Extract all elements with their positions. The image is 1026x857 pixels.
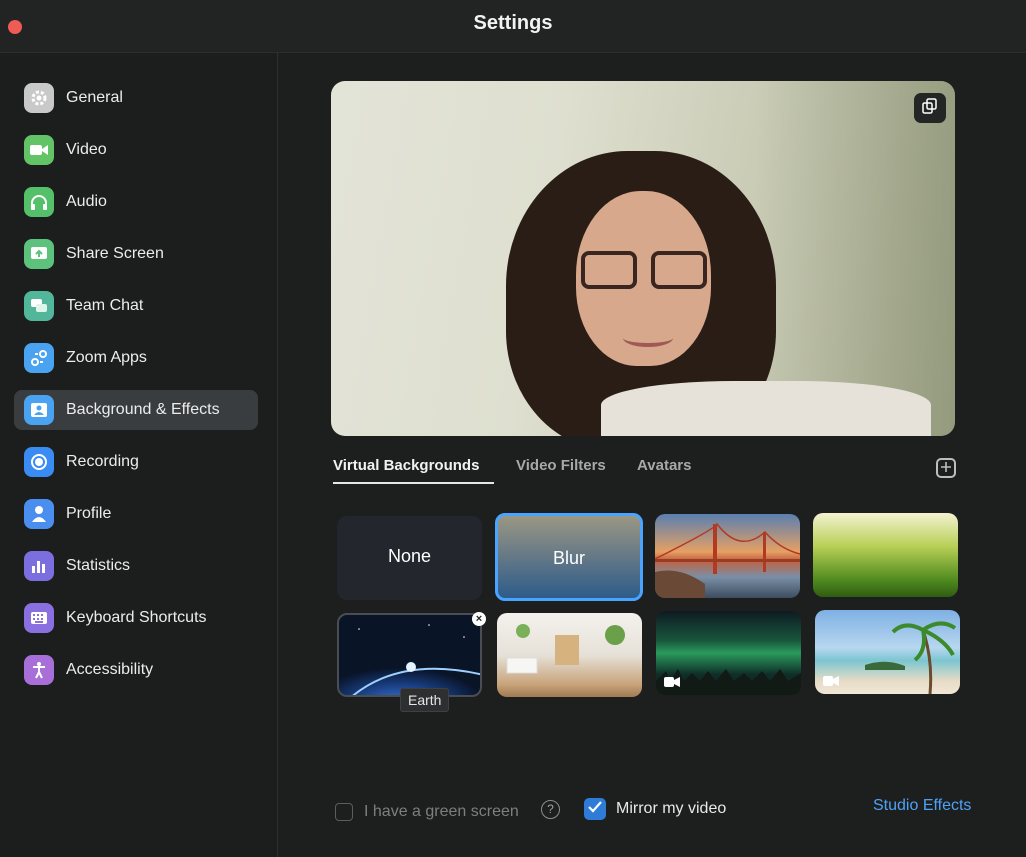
sidebar: General Video Audio Share Screen Team Ch xyxy=(0,53,278,857)
green-screen-label: I have a green screen xyxy=(364,803,519,820)
help-icon[interactable]: ? xyxy=(541,800,560,819)
background-tabs: Virtual Backgrounds Video Filters Avatar… xyxy=(333,455,973,487)
video-camera-icon xyxy=(24,135,54,165)
tile-label: None xyxy=(387,546,432,566)
sidebar-item-recording[interactable]: Recording xyxy=(14,442,258,482)
headphones-icon xyxy=(24,187,54,217)
tab-avatars[interactable]: Avatars xyxy=(637,457,691,474)
bridge-illustration xyxy=(655,522,800,598)
sidebar-item-label: Statistics xyxy=(66,557,131,574)
background-tile-aurora[interactable] xyxy=(656,611,801,695)
sidebar-item-label: Team Chat xyxy=(66,297,144,314)
add-background-button[interactable] xyxy=(936,458,956,478)
remove-background-button[interactable]: × xyxy=(472,612,486,626)
rotate-icon xyxy=(922,97,938,119)
tile-label: Blur xyxy=(552,548,585,568)
green-screen-checkbox[interactable] xyxy=(335,803,353,821)
sidebar-item-label: Audio xyxy=(66,193,107,210)
sidebar-item-general[interactable]: General xyxy=(14,78,258,118)
portrait-icon xyxy=(24,395,54,425)
tile-tooltip: Earth xyxy=(400,688,450,712)
sidebar-item-share-screen[interactable]: Share Screen xyxy=(14,234,258,274)
bar-chart-icon xyxy=(24,551,54,581)
background-tile-golden-gate[interactable] xyxy=(655,514,800,598)
window-title: Settings xyxy=(473,12,553,34)
sidebar-item-profile[interactable]: Profile xyxy=(14,494,258,534)
video-camera-icon xyxy=(664,675,680,687)
background-tile-blur[interactable]: Blur xyxy=(495,513,643,601)
settings-window: Settings General Video Audio Share Scree… xyxy=(0,0,1026,857)
sidebar-item-label: General xyxy=(66,89,123,106)
sidebar-item-team-chat[interactable]: Team Chat xyxy=(14,286,258,326)
mirror-video-checkbox[interactable] xyxy=(584,798,606,820)
record-icon xyxy=(24,447,54,477)
checkmark-icon xyxy=(588,800,602,818)
sidebar-item-label: Video xyxy=(66,141,107,158)
sidebar-item-zoom-apps[interactable]: Zoom Apps xyxy=(14,338,258,378)
video-camera-icon xyxy=(823,674,839,686)
main-panel: Virtual Backgrounds Video Filters Avatar… xyxy=(278,53,1026,857)
sidebar-item-label: Recording xyxy=(66,453,139,470)
background-tile-living-room[interactable] xyxy=(497,613,642,697)
background-tile-earth[interactable] xyxy=(337,613,482,697)
plus-icon xyxy=(941,459,951,477)
background-tile-beach[interactable] xyxy=(815,610,960,694)
sidebar-item-label: Share Screen xyxy=(66,245,164,262)
gear-icon xyxy=(24,83,54,113)
sidebar-item-background-effects[interactable]: Background & Effects xyxy=(14,390,258,430)
sidebar-item-video[interactable]: Video xyxy=(14,130,258,170)
apps-icon xyxy=(24,343,54,373)
chat-bubbles-icon xyxy=(24,291,54,321)
studio-effects-link[interactable]: Studio Effects xyxy=(873,797,971,815)
keyboard-icon xyxy=(24,603,54,633)
share-screen-icon xyxy=(24,239,54,269)
person-glasses xyxy=(581,251,711,291)
sidebar-item-label: Profile xyxy=(66,505,112,522)
active-tab-underline xyxy=(333,482,494,484)
sidebar-item-label: Keyboard Shortcuts xyxy=(66,609,207,626)
person-smile xyxy=(623,329,673,347)
sidebar-item-label: Background & Effects xyxy=(66,401,220,418)
background-tile-grass[interactable] xyxy=(813,513,958,597)
person-shirt xyxy=(601,381,931,436)
sidebar-item-statistics[interactable]: Statistics xyxy=(14,546,258,586)
mirror-video-label: Mirror my video xyxy=(616,800,727,817)
tab-virtual-backgrounds[interactable]: Virtual Backgrounds xyxy=(333,457,479,474)
sidebar-item-label: Zoom Apps xyxy=(66,349,147,366)
room-illustration xyxy=(506,624,625,674)
sidebar-item-accessibility[interactable]: Accessibility xyxy=(14,650,258,690)
person-icon xyxy=(24,499,54,529)
rotate-camera-button[interactable] xyxy=(914,93,946,123)
video-preview xyxy=(331,81,955,436)
tab-video-filters[interactable]: Video Filters xyxy=(516,457,606,474)
accessibility-icon xyxy=(24,655,54,685)
sidebar-item-label: Accessibility xyxy=(66,661,154,678)
title-bar: Settings xyxy=(0,0,1026,53)
background-tile-none[interactable]: None xyxy=(337,516,482,600)
sidebar-item-keyboard-shortcuts[interactable]: Keyboard Shortcuts xyxy=(14,598,258,638)
sidebar-item-audio[interactable]: Audio xyxy=(14,182,258,222)
earth-illustration xyxy=(352,624,480,695)
